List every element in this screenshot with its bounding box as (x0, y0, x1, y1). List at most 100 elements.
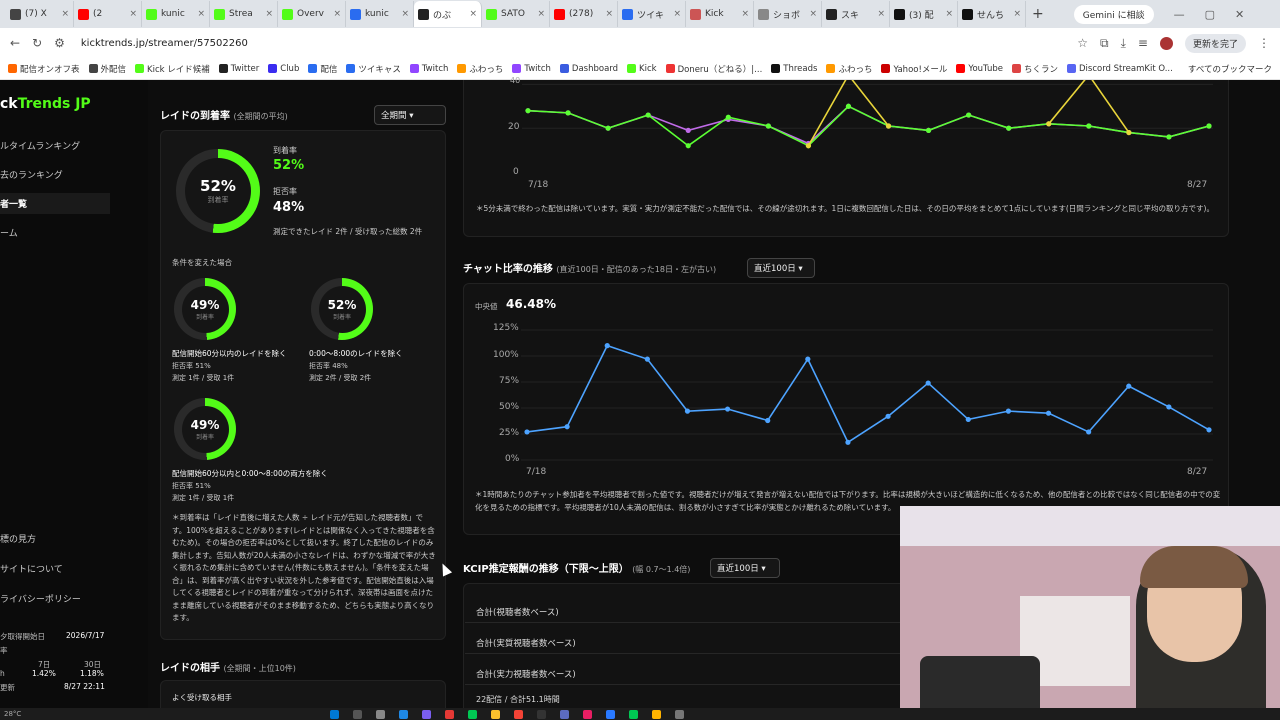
data-point[interactable] (1126, 383, 1132, 389)
bookmark-item[interactable]: 配信オンオフ表 (8, 63, 80, 75)
bookmark-item[interactable]: Discord StreamKit O... (1066, 63, 1173, 75)
nav-game[interactable]: ーム (0, 226, 18, 239)
taskbar-app-icon[interactable] (353, 709, 362, 719)
bookmark-item[interactable]: 外配信 (88, 63, 126, 75)
chat-period-select[interactable]: 直近100日 ▾ (747, 258, 815, 278)
tab-close-icon[interactable]: × (401, 9, 409, 19)
data-point[interactable] (1206, 123, 1212, 129)
data-point[interactable] (845, 439, 851, 445)
taskbar-app-icon[interactable] (491, 709, 500, 719)
browser-tab[interactable]: (3) 配 × (890, 1, 958, 27)
gemini-button[interactable]: Gemini に相談 (1073, 4, 1154, 24)
taskbar-app-icon[interactable] (606, 709, 615, 719)
data-point[interactable] (965, 416, 971, 423)
url-field[interactable]: kicktrends.jp/streamer/57502260 (77, 38, 1065, 49)
tab-close-icon[interactable]: × (129, 9, 137, 19)
taskbar-app-icon[interactable] (675, 709, 684, 719)
more-icon[interactable]: ⋮ (1258, 36, 1270, 50)
bookmark-item[interactable]: Dashboard (559, 63, 618, 75)
tab-close-icon[interactable]: × (265, 9, 273, 19)
data-point[interactable] (724, 406, 731, 412)
data-point[interactable] (925, 380, 931, 386)
tab-close-icon[interactable]: × (197, 9, 205, 19)
data-point[interactable] (805, 143, 812, 149)
download-icon[interactable]: ⤓ (1121, 36, 1126, 51)
bookmark-item[interactable]: Kick (627, 63, 657, 75)
taskbar-app-icon[interactable] (330, 709, 339, 719)
reload-icon[interactable]: ↻ (32, 36, 42, 50)
menu-icon[interactable]: ≡ (1138, 36, 1148, 50)
taskbar-app-icon[interactable] (376, 709, 385, 719)
browser-tab[interactable]: kunic × (142, 1, 210, 27)
browser-tab[interactable]: スキ × (822, 1, 890, 27)
browser-tab[interactable]: Strea × (210, 1, 278, 27)
browser-tab[interactable]: ショボ × (754, 1, 822, 27)
data-point[interactable] (1166, 134, 1172, 140)
bookmark-item[interactable]: Twitch (512, 63, 551, 75)
data-point[interactable] (1086, 123, 1092, 129)
site-logo[interactable]: ckTrends JP (0, 96, 91, 112)
bookmark-item[interactable]: Twitter (218, 63, 259, 75)
data-point[interactable] (885, 413, 891, 419)
data-point[interactable] (765, 417, 771, 424)
tab-close-icon[interactable]: × (605, 9, 613, 19)
browser-tab[interactable]: (278) × (550, 1, 618, 27)
data-point[interactable] (1166, 404, 1172, 410)
data-point[interactable] (1006, 125, 1012, 131)
data-point[interactable] (1046, 121, 1052, 127)
bookmark-item[interactable]: ちくラン (1011, 63, 1058, 75)
data-point[interactable] (1045, 410, 1052, 416)
data-point[interactable] (966, 112, 972, 118)
taskbar-app-icon[interactable] (399, 709, 408, 719)
bookmark-item[interactable]: ふわっち (457, 63, 503, 75)
browser-tab[interactable]: SATO × (482, 1, 550, 27)
data-point[interactable] (885, 123, 892, 129)
bookmark-item[interactable]: Yahoo!メール (881, 63, 947, 75)
taskbar-app-icon[interactable] (445, 709, 454, 719)
data-point[interactable] (564, 424, 570, 430)
taskbar-app-icon[interactable] (468, 709, 477, 719)
data-point[interactable] (925, 127, 932, 133)
tab-close-icon[interactable]: × (945, 9, 953, 19)
browser-tab[interactable]: kunic × (346, 1, 414, 27)
tab-close-icon[interactable]: × (741, 9, 749, 19)
bookmark-item[interactable]: 配信 (308, 63, 337, 75)
tab-close-icon[interactable]: × (537, 9, 545, 19)
maximize-icon[interactable]: ▢ (1205, 8, 1215, 21)
data-point[interactable] (1005, 408, 1012, 414)
data-point[interactable] (685, 127, 691, 133)
avatar[interactable] (1159, 36, 1173, 50)
tab-close-icon[interactable]: × (673, 9, 681, 19)
taskbar-app-icon[interactable] (514, 709, 523, 719)
star-icon[interactable]: ☆ (1077, 36, 1088, 50)
minimize-icon[interactable]: — (1174, 8, 1185, 21)
tab-close-icon[interactable]: × (469, 9, 477, 19)
bookmark-item[interactable]: Twitch (409, 63, 448, 75)
bookmark-item[interactable]: Doneru（どねる）|... (665, 63, 762, 75)
data-point[interactable] (1126, 129, 1132, 136)
browser-tab[interactable]: Kick × (686, 1, 754, 27)
tab-close-icon[interactable]: × (877, 9, 885, 19)
browser-tab[interactable]: のぶ × (414, 1, 482, 27)
close-icon[interactable]: ✕ (1235, 8, 1244, 21)
taskbar-app-icon[interactable] (652, 709, 661, 719)
taskbar-app-icon[interactable] (422, 709, 431, 719)
link-metrics-guide[interactable]: 標の見方 (0, 532, 36, 545)
all-bookmarks[interactable]: すべてのブックマーク (1188, 63, 1272, 75)
data-point[interactable] (605, 125, 611, 131)
taskbar-app-icon[interactable] (537, 709, 546, 719)
data-point[interactable] (1206, 427, 1212, 433)
data-point[interactable] (765, 123, 771, 129)
browser-tab[interactable]: (2 × (74, 1, 142, 27)
browser-tab[interactable]: (7) X × (6, 1, 74, 27)
period-select[interactable]: 全期間 ▾ (374, 105, 446, 125)
data-point[interactable] (645, 112, 651, 118)
bookmark-item[interactable]: Threads (771, 63, 817, 75)
data-point[interactable] (565, 110, 571, 116)
data-point[interactable] (845, 103, 852, 109)
browser-tab[interactable]: Overv × (278, 1, 346, 27)
data-point[interactable] (805, 356, 811, 362)
bookmark-item[interactable]: ツイキャス (346, 63, 401, 75)
bookmark-item[interactable]: Club (268, 63, 299, 75)
extensions-icon[interactable]: ⧉ (1100, 36, 1109, 51)
